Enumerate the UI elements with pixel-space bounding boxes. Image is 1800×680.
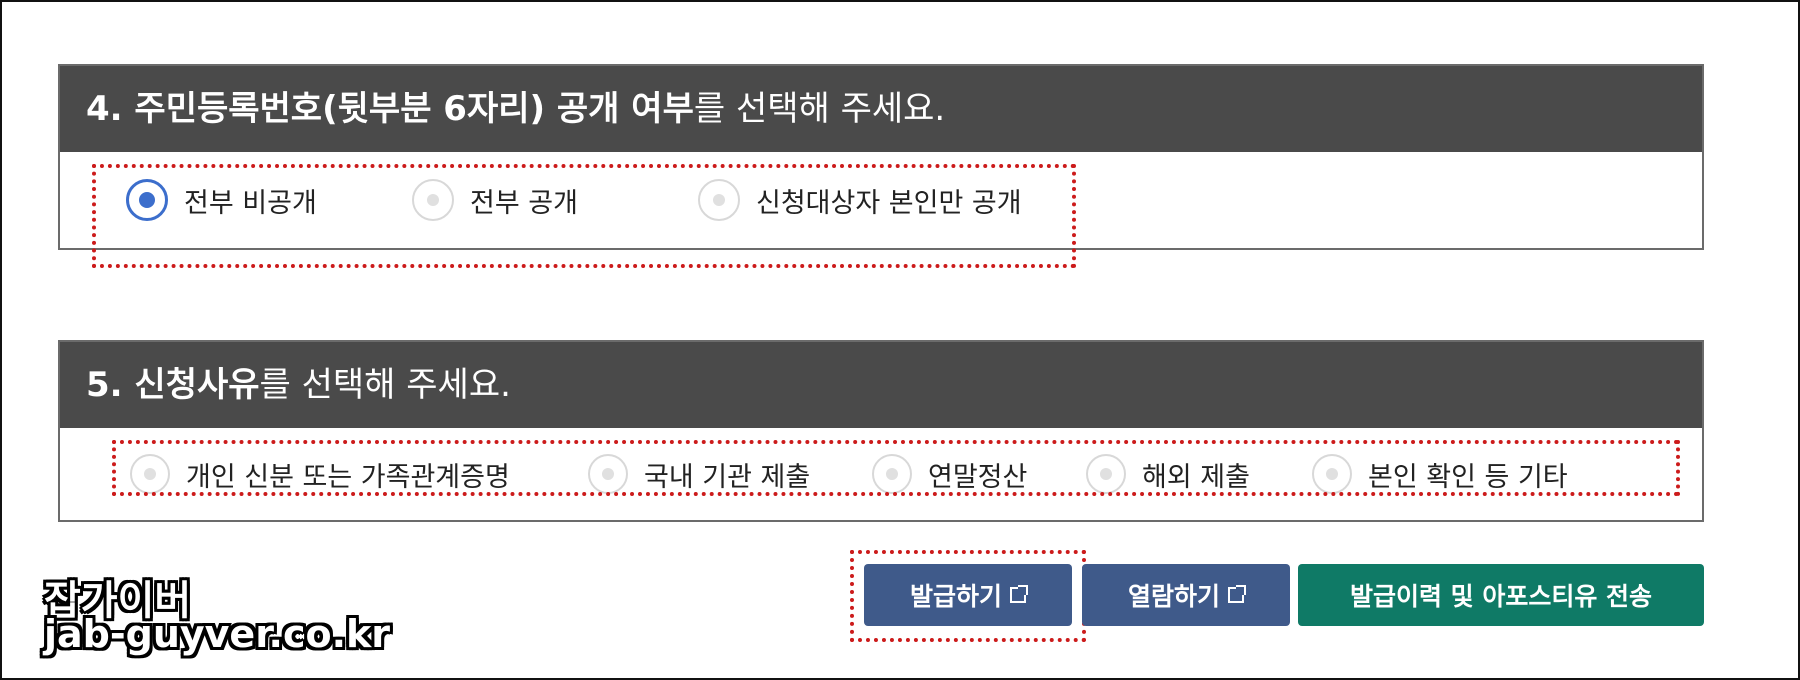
radio-label: 국내 기관 제출 xyxy=(644,461,811,493)
section-title-strong: 5. 신청사유 xyxy=(86,365,260,405)
radio-option-self-only-public[interactable]: 신청대상자 본인만 공개 xyxy=(698,179,1022,221)
radio-option-all-public[interactable]: 전부 공개 xyxy=(412,179,698,221)
radio-unselected-icon[interactable] xyxy=(1312,454,1352,494)
view-button[interactable]: 열람하기 xyxy=(1082,564,1290,626)
issue-history-apostille-button[interactable]: 발급이력 및 아포스티유 전송 xyxy=(1298,564,1704,626)
section-application-reason-options: 개인 신분 또는 가족관계증명 국내 기관 제출 연말정산 해외 제출 본인 확… xyxy=(60,428,1702,520)
issue-button[interactable]: 발급하기 xyxy=(864,564,1072,626)
radio-label: 연말정산 xyxy=(928,461,1028,493)
radio-label: 신청대상자 본인만 공개 xyxy=(756,187,1022,219)
external-link-icon xyxy=(1010,585,1028,603)
radio-unselected-icon[interactable] xyxy=(130,454,170,494)
issue-history-button-label: 발급이력 및 아포스티유 전송 xyxy=(1349,582,1653,611)
radio-option-domestic-submission[interactable]: 국내 기관 제출 xyxy=(588,454,872,494)
radio-unselected-icon[interactable] xyxy=(412,179,454,221)
radio-option-other[interactable]: 본인 확인 등 기타 xyxy=(1312,454,1568,494)
section-application-reason: 5. 신청사유를 선택해 주세요. 개인 신분 또는 가족관계증명 국내 기관 … xyxy=(58,340,1704,522)
section-rrn-disclosure-header: 4. 주민등록번호(뒷부분 6자리) 공개 여부를 선택해 주세요. xyxy=(60,66,1702,152)
radio-option-all-private[interactable]: 전부 비공개 xyxy=(126,179,412,221)
radio-unselected-icon[interactable] xyxy=(1086,454,1126,494)
section-rrn-disclosure: 4. 주민등록번호(뒷부분 6자리) 공개 여부를 선택해 주세요. 전부 비공… xyxy=(58,64,1704,250)
watermark-domain: jab-guyver.co.kr xyxy=(44,612,391,656)
section-title-rest: 를 선택해 주세요. xyxy=(693,89,946,129)
section-title-rest: 를 선택해 주세요. xyxy=(259,365,511,405)
external-link-icon xyxy=(1228,585,1246,603)
section-title-strong: 4. 주민등록번호(뒷부분 6자리) 공개 여부 xyxy=(86,89,694,129)
radio-label: 개인 신분 또는 가족관계증명 xyxy=(186,461,510,493)
radio-option-year-end-tax[interactable]: 연말정산 xyxy=(872,454,1086,494)
section-application-reason-header: 5. 신청사유를 선택해 주세요. xyxy=(60,342,1702,428)
section-rrn-disclosure-options: 전부 비공개 전부 공개 신청대상자 본인만 공개 xyxy=(60,152,1702,248)
radio-label: 전부 공개 xyxy=(470,187,578,219)
radio-unselected-icon[interactable] xyxy=(872,454,912,494)
issue-button-label: 발급하기 xyxy=(909,582,1002,611)
radio-option-family-relation[interactable]: 개인 신분 또는 가족관계증명 xyxy=(130,454,588,494)
radio-unselected-icon[interactable] xyxy=(588,454,628,494)
radio-unselected-icon[interactable] xyxy=(698,179,740,221)
radio-label: 해외 제출 xyxy=(1142,461,1250,493)
radio-option-overseas-submission[interactable]: 해외 제출 xyxy=(1086,454,1312,494)
radio-label: 본인 확인 등 기타 xyxy=(1368,461,1568,493)
radio-selected-icon[interactable] xyxy=(126,179,168,221)
radio-label: 전부 비공개 xyxy=(184,187,317,219)
view-button-label: 열람하기 xyxy=(1127,582,1220,611)
